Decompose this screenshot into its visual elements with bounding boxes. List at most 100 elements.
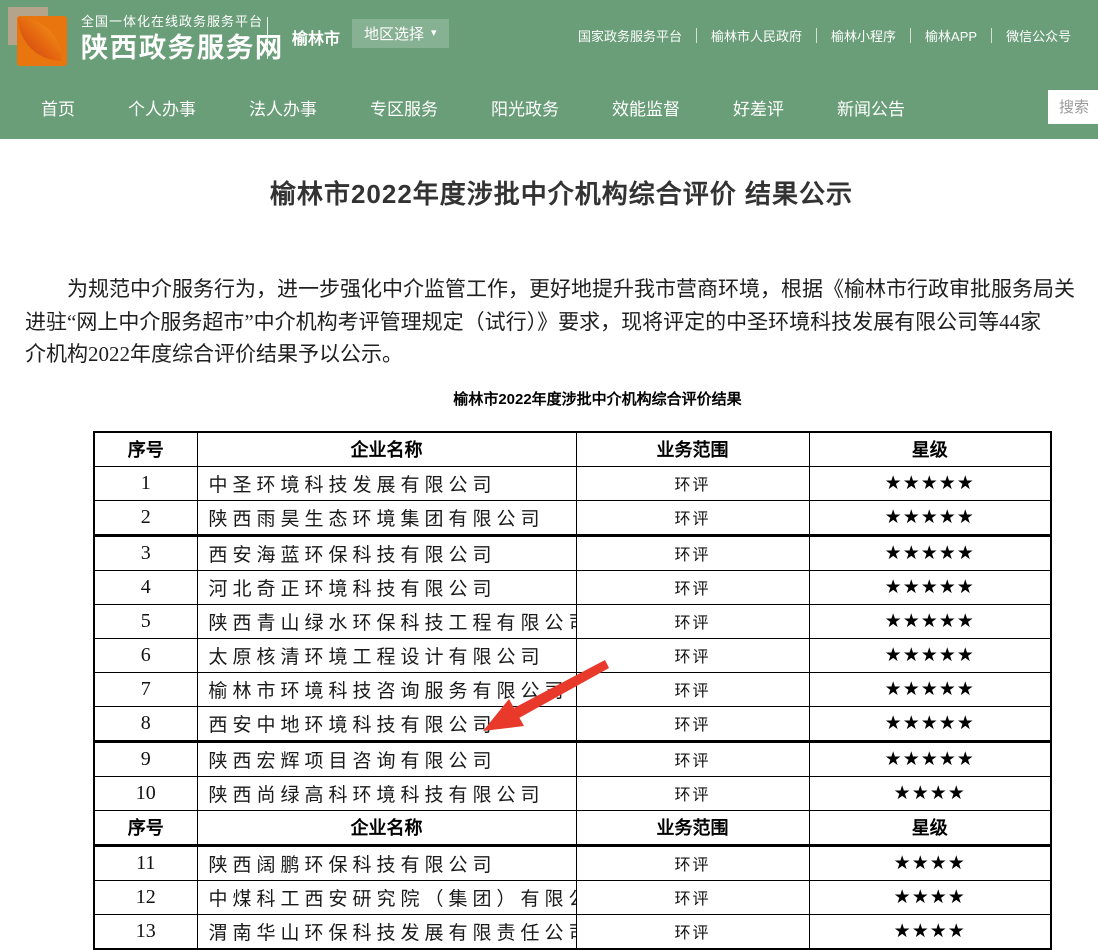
company-name: 陕西青山绿水环保科技工程有限公司 [197, 604, 576, 638]
table-row: 4 河北奇正环境科技有限公司 环评 ★★★★★ [94, 570, 1051, 604]
star-rating: ★★★★★ [809, 500, 1051, 535]
star-rating: ★★★★★ [809, 466, 1051, 500]
nav-item[interactable]: 首页 [41, 95, 75, 120]
table-row: 9 陕西宏辉项目咨询有限公司 环评 ★★★★★ [94, 741, 1051, 776]
leaf-icon [18, 17, 62, 61]
star-rating: ★★★★★ [809, 741, 1051, 776]
row-number: 4 [94, 570, 197, 604]
table-header-row: 序号 企业名称 业务范围 星级 [94, 432, 1051, 467]
business-scope: 环评 [576, 880, 809, 914]
row-number: 2 [94, 500, 197, 535]
row-number: 7 [94, 672, 197, 706]
paragraph-line: 介机构2022年度综合评价结果予以公示。 [25, 338, 1098, 371]
company-name: 太原核清环境工程设计有限公司 [197, 638, 576, 672]
table-row: 11 陕西阔鹏环保科技有限公司 环评 ★★★★ [94, 845, 1051, 880]
site-header: 全国一体化在线政务服务平台 陕西政务服务网 榆林市 地区选择 ▾ 国家政务服务平… [0, 0, 1098, 75]
page-title: 榆林市2022年度涉批中介机构综合评价 结果公示 [25, 139, 1098, 211]
row-number: 12 [94, 880, 197, 914]
col-header-name: 企业名称 [197, 810, 576, 845]
row-number: 8 [94, 706, 197, 741]
nav-item[interactable]: 好差评 [733, 95, 784, 120]
header-link[interactable]: 微信公众号 [992, 26, 1085, 45]
table-row: 10 陕西尚绿高科环境科技有限公司 环评 ★★★★ [94, 776, 1051, 810]
current-city-label: 榆林市 [292, 25, 340, 49]
paragraph-line: 为规范中介服务行为，进一步强化中介监管工作，更好地提升我市营商环境，根据《榆林市… [25, 273, 1098, 306]
row-number: 1 [94, 466, 197, 500]
company-name: 河北奇正环境科技有限公司 [197, 570, 576, 604]
company-name: 陕西宏辉项目咨询有限公司 [197, 741, 576, 776]
header-link[interactable]: 榆林市人民政府 [697, 26, 816, 45]
nav-item[interactable]: 专区服务 [370, 95, 438, 120]
col-header-stars: 星级 [809, 810, 1051, 845]
table-row: 12 中煤科工西安研究院（集团）有限公司 环评 ★★★★ [94, 880, 1051, 914]
business-scope: 环评 [576, 741, 809, 776]
business-scope: 环评 [576, 914, 809, 949]
star-rating: ★★★★★ [809, 706, 1051, 741]
row-number: 13 [94, 914, 197, 949]
row-number: 9 [94, 741, 197, 776]
announcement-paragraph: 为规范中介服务行为，进一步强化中介监管工作，更好地提升我市营商环境，根据《榆林市… [25, 273, 1098, 371]
region-select-button[interactable]: 地区选择 ▾ [352, 19, 449, 48]
company-name: 西安中地环境科技有限公司 [197, 706, 576, 741]
row-number: 11 [94, 845, 197, 880]
row-number: 3 [94, 535, 197, 570]
col-header-no: 序号 [94, 432, 197, 467]
company-name: 陕西阔鹏环保科技有限公司 [197, 845, 576, 880]
col-header-name: 企业名称 [197, 432, 576, 467]
site-name: 陕西政务服务网 [81, 33, 284, 63]
star-rating: ★★★★ [809, 880, 1051, 914]
announcement-page: 榆林市2022年度涉批中介机构综合评价 结果公示 为规范中介服务行为，进一步强化… [0, 139, 1098, 950]
logo-front-square [17, 16, 67, 66]
table-row: 5 陕西青山绿水环保科技工程有限公司 环评 ★★★★★ [94, 604, 1051, 638]
header-link[interactable]: 国家政务服务平台 [578, 26, 696, 45]
table-row: 1 中圣环境科技发展有限公司 环评 ★★★★★ [94, 466, 1051, 500]
star-rating: ★★★★★ [809, 672, 1051, 706]
chevron-down-icon: ▾ [431, 28, 437, 39]
announcement-document: 榆林市2022年度涉批中介机构综合评价 结果公示 为规范中介服务行为，进一步强化… [25, 139, 1098, 950]
table-row: 7 榆林市环境科技咨询服务有限公司 环评 ★★★★★ [94, 672, 1051, 706]
header-divider [267, 17, 268, 59]
nav-item[interactable]: 法人办事 [249, 95, 317, 120]
star-rating: ★★★★★ [809, 535, 1051, 570]
star-rating: ★★★★★ [809, 604, 1051, 638]
business-scope: 环评 [576, 776, 809, 810]
table-caption: 榆林市2022年度涉批中介机构综合评价结果 [119, 388, 1076, 409]
row-number: 10 [94, 776, 197, 810]
business-scope: 环评 [576, 638, 809, 672]
region-select-label: 地区选择 [364, 23, 424, 44]
nav-item[interactable]: 阳光政务 [491, 95, 559, 120]
table-row: 3 西安海蓝环保科技有限公司 环评 ★★★★★ [94, 535, 1051, 570]
business-scope: 环评 [576, 570, 809, 604]
header-link[interactable]: 榆林APP [911, 26, 991, 45]
col-header-no: 序号 [94, 810, 197, 845]
header-links: 国家政务服务平台榆林市人民政府榆林小程序榆林APP微信公众号注册 [578, 26, 1098, 45]
star-rating: ★★★★ [809, 914, 1051, 949]
row-number: 6 [94, 638, 197, 672]
table-row: 8 西安中地环境科技有限公司 环评 ★★★★★ [94, 706, 1051, 741]
main-nav: 首页 个人办事 法人办事 专区服务 阳光政务 效能监督 好差评 新闻公告 [0, 75, 1098, 139]
site-logo-brand[interactable]: 全国一体化在线政务服务平台 陕西政务服务网 [8, 7, 284, 67]
search-input[interactable] [1048, 90, 1098, 124]
paragraph-line: 进驻“网上中介服务超市”中介机构考评管理规定（试行）》要求，现将评定的中圣环境科… [25, 306, 1098, 339]
star-rating: ★★★★ [809, 845, 1051, 880]
row-number: 5 [94, 604, 197, 638]
nav-item[interactable]: 新闻公告 [837, 95, 905, 120]
header-link[interactable]: 榆林小程序 [817, 26, 910, 45]
business-scope: 环评 [576, 604, 809, 638]
company-name: 渭南华山环保科技发展有限责任公司 [197, 914, 576, 949]
company-name: 陕西雨昊生态环境集团有限公司 [197, 500, 576, 535]
business-scope: 环评 [576, 845, 809, 880]
business-scope: 环评 [576, 706, 809, 741]
business-scope: 环评 [576, 500, 809, 535]
nav-item[interactable]: 个人办事 [128, 95, 196, 120]
nav-item[interactable]: 效能监督 [612, 95, 680, 120]
company-name: 陕西尚绿高科环境科技有限公司 [197, 776, 576, 810]
platform-label: 全国一体化在线政务服务平台 [81, 11, 284, 30]
business-scope: 环评 [576, 466, 809, 500]
star-rating: ★★★★★ [809, 570, 1051, 604]
company-name: 中煤科工西安研究院（集团）有限公司 [197, 880, 576, 914]
business-scope: 环评 [576, 672, 809, 706]
company-name: 榆林市环境科技咨询服务有限公司 [197, 672, 576, 706]
table-row: 6 太原核清环境工程设计有限公司 环评 ★★★★★ [94, 638, 1051, 672]
star-rating: ★★★★ [809, 776, 1051, 810]
